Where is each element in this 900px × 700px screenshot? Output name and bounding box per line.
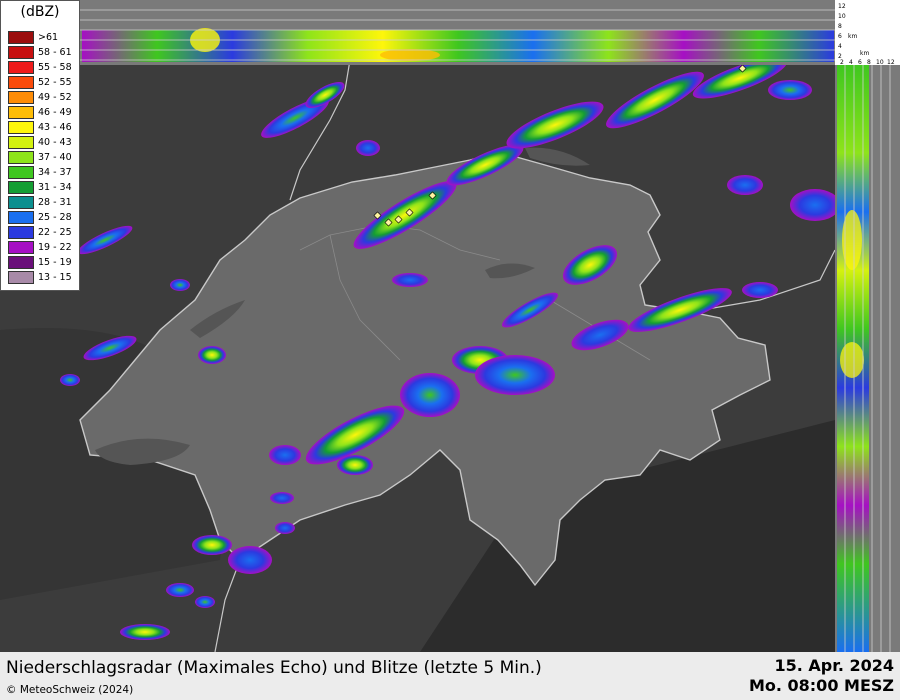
legend-row: 43 - 46 xyxy=(8,121,78,136)
legend-label: 34 - 37 xyxy=(38,167,72,178)
radar-map-view: 12 10 8 6 4 2 km 2 4 6 8 10 12 km (dBZ) … xyxy=(0,0,900,700)
legend-row: 22 - 25 xyxy=(8,226,78,241)
legend-swatch xyxy=(8,91,34,104)
legend-label: 31 - 34 xyxy=(38,182,72,193)
height-tick: 12 xyxy=(838,3,846,10)
height-tick: 4 xyxy=(838,43,842,50)
height-unit: km xyxy=(848,33,857,40)
legend-swatch xyxy=(8,166,34,179)
legend-row: 49 - 52 xyxy=(8,91,78,106)
distance-tick: 8 xyxy=(867,59,871,66)
legend-swatch xyxy=(8,271,34,284)
legend-swatch xyxy=(8,256,34,269)
echo-cell xyxy=(356,140,380,156)
legend-row: 40 - 43 xyxy=(8,136,78,151)
legend-row: 37 - 40 xyxy=(8,151,78,166)
dbz-legend: (dBZ) >61 58 - 61 55 - 58 52 - 55 49 - 52 46 … xyxy=(0,0,80,291)
legend-swatch xyxy=(8,61,34,74)
legend-swatch xyxy=(8,106,34,119)
legend-swatch xyxy=(8,46,34,59)
legend-row: 46 - 49 xyxy=(8,106,78,121)
distance-tick: 4 xyxy=(849,59,853,66)
date-label: 15. Apr. 2024 xyxy=(774,656,894,675)
legend-label: 55 - 58 xyxy=(38,62,72,73)
radar-map[interactable]: 12 10 8 6 4 2 km 2 4 6 8 10 12 km xyxy=(0,0,900,652)
echo-cell xyxy=(170,279,190,291)
profile-right-core xyxy=(840,342,864,378)
legend-row: 34 - 37 xyxy=(8,166,78,181)
legend-label: 19 - 22 xyxy=(38,242,72,253)
footer-bar: Niederschlagsradar (Maximales Echo) und … xyxy=(0,652,900,700)
echo-cell xyxy=(727,175,763,195)
legend-label: 40 - 43 xyxy=(38,137,72,148)
legend-row: 58 - 61 xyxy=(8,46,78,61)
echo-cell xyxy=(120,624,170,640)
legend-swatch xyxy=(8,211,34,224)
echo-cell xyxy=(192,535,232,555)
echo-cell xyxy=(742,282,778,298)
profile-top-core xyxy=(380,49,440,61)
height-tick: 6 xyxy=(838,33,842,40)
legend-label: 13 - 15 xyxy=(38,272,72,283)
legend-row: 13 - 15 xyxy=(8,271,78,286)
copyright-text: © MeteoSchweiz (2024) xyxy=(6,684,134,696)
legend-label: 52 - 55 xyxy=(38,77,72,88)
map-title: Niederschlagsradar (Maximales Echo) und … xyxy=(6,658,542,678)
echo-cell xyxy=(392,273,428,287)
legend-swatch xyxy=(8,121,34,134)
legend-swatch xyxy=(8,181,34,194)
legend-swatch xyxy=(8,136,34,149)
echo-cell xyxy=(275,522,295,534)
legend-row: 28 - 31 xyxy=(8,196,78,211)
legend-label: 46 - 49 xyxy=(38,107,72,118)
echo-cell xyxy=(768,80,812,100)
echo-cell xyxy=(60,374,80,386)
legend-row: 31 - 34 xyxy=(8,181,78,196)
legend-row: 52 - 55 xyxy=(8,76,78,91)
legend-swatch xyxy=(8,226,34,239)
echo-cell xyxy=(228,546,272,574)
legend-label: 25 - 28 xyxy=(38,212,72,223)
legend-swatch xyxy=(8,31,34,44)
echo-cell xyxy=(198,346,226,364)
legend-row: >61 xyxy=(8,31,78,46)
profile-top-panel: 12 10 8 6 4 2 km 2 4 6 8 10 12 km xyxy=(80,0,900,66)
echo-cell xyxy=(337,455,373,475)
legend-label: 22 - 25 xyxy=(38,227,72,238)
legend-label: 15 - 19 xyxy=(38,257,72,268)
distance-tick: 6 xyxy=(858,59,862,66)
echo-cell xyxy=(166,583,194,597)
distance-tick: 2 xyxy=(840,59,844,66)
legend-swatch xyxy=(8,151,34,164)
echo-cell xyxy=(269,445,301,465)
time-label: Mo. 08:00 MESZ xyxy=(748,676,894,695)
legend-label: 37 - 40 xyxy=(38,152,72,163)
legend-title: (dBZ) xyxy=(20,4,60,20)
echo-cell xyxy=(270,492,294,504)
legend-label: 49 - 52 xyxy=(38,92,72,103)
echo-cell xyxy=(195,596,215,608)
legend-row: 25 - 28 xyxy=(8,211,78,226)
legend-row: 15 - 19 xyxy=(8,256,78,271)
legend-label: 58 - 61 xyxy=(38,47,72,58)
legend-row: 19 - 22 xyxy=(8,241,78,256)
legend-swatch xyxy=(8,76,34,89)
distance-tick: 12 xyxy=(887,59,895,66)
height-tick: 8 xyxy=(838,23,842,30)
legend-label: >61 xyxy=(38,32,59,43)
distance-tick: 10 xyxy=(876,59,884,66)
legend-label: 43 - 46 xyxy=(38,122,72,133)
echo-cell xyxy=(400,373,460,417)
height-tick: 10 xyxy=(838,13,846,20)
legend-swatch xyxy=(8,196,34,209)
legend-label: 28 - 31 xyxy=(38,197,72,208)
echo-cell xyxy=(475,355,555,395)
profile-right-panel xyxy=(835,65,900,652)
legend-row: 55 - 58 xyxy=(8,61,78,76)
echo-cell xyxy=(790,189,840,221)
legend-swatch xyxy=(8,241,34,254)
distance-unit: km xyxy=(860,50,869,57)
